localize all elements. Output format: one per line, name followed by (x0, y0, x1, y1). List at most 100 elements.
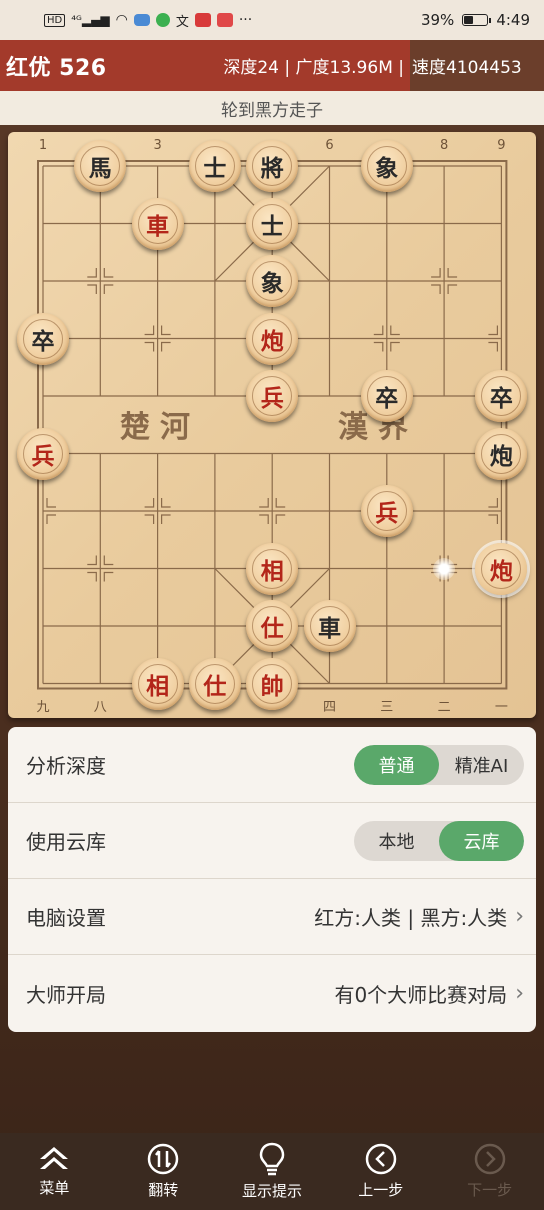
piece-label: 象 (252, 261, 293, 301)
nav-flip-label: 翻转 (148, 1181, 179, 1199)
black-piece[interactable]: 卒 (360, 370, 413, 422)
piece-label: 士 (194, 146, 235, 186)
nav-hint-button[interactable]: 显示提示 (218, 1133, 327, 1210)
piece-label: 卒 (366, 376, 407, 416)
setting-master-opening[interactable]: 大师开局 有0个大师比赛对局 › (8, 955, 536, 1031)
xiangqi-board[interactable]: 楚河 漢界 13689九八四三二一馬士將象車士象卒炮兵卒卒兵炮兵炮相仕車相仕帥 (8, 132, 536, 718)
analysis-depth-toggle[interactable]: 普通 精准AI (354, 744, 524, 785)
position-mark (390, 325, 400, 336)
red-piece[interactable]: 炮 (475, 542, 528, 595)
position-mark (144, 498, 155, 508)
position-mark (144, 341, 155, 352)
turn-text: 轮到黑方走子 (221, 100, 323, 121)
black-piece[interactable]: 馬 (74, 140, 127, 192)
position-mark (103, 268, 114, 278)
nav-prev-label: 上一步 (358, 1181, 404, 1199)
position-mark (46, 514, 56, 524)
file-number-bottom: 四 (322, 699, 336, 715)
nav-next-button[interactable]: 下一步 (435, 1133, 544, 1210)
master-opening-value: 有0个大师比赛对局 (334, 982, 508, 1007)
depth-option-precise-ai[interactable]: 精准AI (439, 745, 524, 785)
engine-stats: 深度24 | 广度13.96M | (223, 58, 404, 78)
battery-fill (464, 16, 473, 24)
black-piece[interactable]: 象 (246, 255, 299, 307)
nav-flip-button[interactable]: 翻转 (109, 1133, 218, 1210)
red-piece[interactable]: 相 (131, 657, 184, 710)
piece-label: 炮 (252, 318, 293, 359)
black-piece[interactable]: 士 (188, 140, 241, 192)
setting-analysis-depth: 分析深度 普通 精准AI (8, 727, 536, 803)
black-piece[interactable]: 車 (303, 600, 356, 652)
position-mark (144, 325, 155, 336)
red-piece[interactable]: 車 (131, 197, 184, 250)
position-mark (488, 325, 498, 336)
position-mark (103, 571, 114, 582)
piece-label: 兵 (252, 376, 293, 416)
position-mark (431, 284, 441, 294)
position-mark (161, 514, 171, 524)
wifi-icon: ◠ (115, 12, 128, 28)
piece-label: 馬 (80, 146, 121, 186)
red-piece[interactable]: 帥 (246, 657, 299, 710)
position-mark (46, 498, 56, 508)
file-number-top: 1 (38, 138, 48, 153)
position-mark (103, 284, 114, 294)
red-piece[interactable]: 炮 (246, 312, 299, 365)
red-piece[interactable]: 兵 (360, 485, 413, 537)
black-piece[interactable]: 象 (360, 140, 413, 192)
black-piece[interactable]: 將 (246, 140, 299, 192)
file-number-bottom: 三 (380, 699, 394, 715)
cloud-library-toggle[interactable]: 本地 云库 (354, 820, 524, 861)
nav-menu-button[interactable]: 菜单 (0, 1133, 109, 1210)
engine-speed: 速度4104453 (412, 58, 522, 78)
position-mark (87, 284, 97, 294)
position-mark (275, 514, 286, 524)
position-mark (373, 325, 384, 336)
cloud-option-cloud[interactable]: 云库 (439, 820, 524, 861)
piece-label: 仕 (252, 606, 293, 646)
piece-label: 兵 (23, 433, 63, 474)
lightbulb-icon (259, 1142, 285, 1176)
red-piece[interactable]: 相 (246, 542, 299, 595)
depth-option-normal[interactable]: 普通 (354, 744, 439, 785)
file-number-top: 6 (325, 138, 334, 153)
red-piece[interactable]: 兵 (246, 370, 299, 422)
piece-label: 相 (252, 548, 293, 589)
nav-next-label: 下一步 (467, 1181, 513, 1199)
black-piece[interactable]: 卒 (475, 370, 528, 422)
status-icons: HD ⁴ᴳ▂▄▆ ◠ 文 ··· (44, 11, 252, 30)
piece-label: 卒 (481, 376, 522, 416)
battery-percent: 39% (420, 11, 455, 29)
black-piece[interactable]: 炮 (475, 427, 528, 480)
position-mark (488, 341, 498, 352)
computer-settings-value: 红方:人类 | 黑方:人类 (314, 906, 508, 930)
cloud-option-local[interactable]: 本地 (354, 821, 439, 861)
move-target-dot[interactable] (433, 557, 456, 580)
analysis-depth-label: 分析深度 (26, 754, 106, 778)
setting-computer[interactable]: 电脑设置 红方:人类 | 黑方:人类 › (8, 879, 536, 955)
piece-label: 將 (252, 146, 293, 186)
more-icon: ··· (238, 12, 253, 28)
battery-icon (462, 14, 492, 26)
cloud-icon (133, 14, 150, 26)
file-number-top: 8 (439, 138, 449, 153)
piece-label: 車 (309, 606, 350, 646)
file-number-bottom: 二 (437, 699, 451, 715)
settings-panel: 分析深度 普通 精准AI 使用云库 本地 云库 电脑设置 红方:人类 | 黑方:… (8, 727, 536, 1032)
hd-icon: HD (44, 13, 66, 27)
red-piece[interactable]: 仕 (246, 600, 299, 652)
piece-label: 車 (137, 203, 178, 244)
file-number-bottom: 八 (93, 699, 107, 715)
position-mark (488, 498, 498, 508)
piece-label: 兵 (366, 491, 407, 531)
piece-label: 仕 (194, 663, 235, 704)
black-piece[interactable]: 卒 (17, 312, 69, 365)
nav-prev-button[interactable]: 上一步 (326, 1133, 435, 1210)
red-piece[interactable]: 仕 (188, 657, 241, 710)
red-piece[interactable]: 兵 (17, 427, 69, 480)
piece-label: 炮 (481, 548, 522, 589)
menu-icon (40, 1147, 69, 1169)
black-piece[interactable]: 士 (246, 197, 299, 250)
piece-label: 炮 (481, 433, 522, 474)
position-mark (390, 341, 400, 352)
